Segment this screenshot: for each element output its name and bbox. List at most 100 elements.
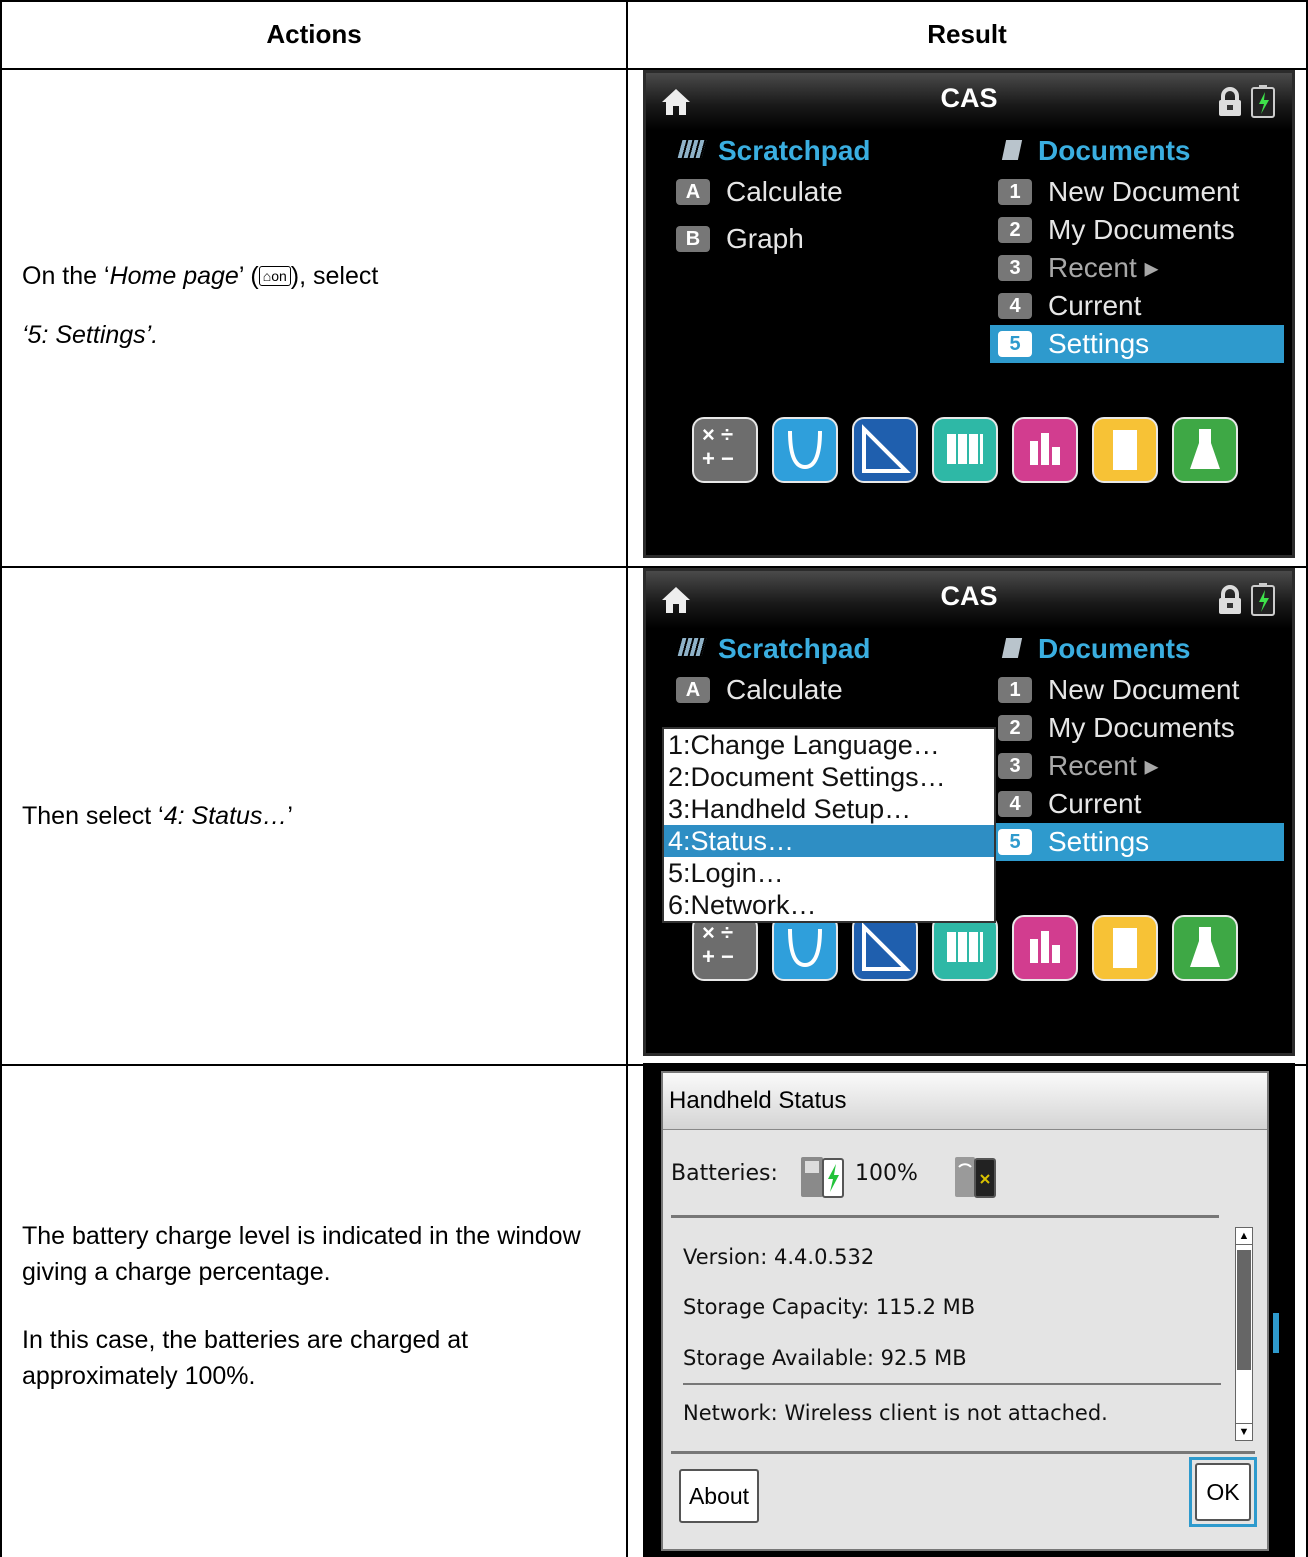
row1-action-suffix: ’ (	[238, 262, 259, 290]
battery-icon	[1251, 583, 1275, 616]
documents-item-recent[interactable]: 3 Recent ▸	[998, 249, 1159, 287]
documents-item-new-document[interactable]: 1 New Document	[998, 671, 1239, 709]
batteries-label: Batteries:	[671, 1161, 778, 1186]
network-row: Network: Wireless client is not attached…	[683, 1401, 1108, 1425]
geometry-app-icon[interactable]	[852, 915, 918, 981]
settings-popup-menu: 1:Change Language… 2:Document Settings… …	[662, 727, 996, 923]
menu-item-label: Current	[1048, 290, 1142, 321]
documents-item-settings[interactable]: 5 Settings	[990, 823, 1284, 861]
key-badge: 2	[998, 715, 1032, 741]
dialog-divider-1	[671, 1215, 1219, 1218]
scroll-down-arrow-icon[interactable]: ▼	[1236, 1423, 1252, 1440]
settings-menu-item-status[interactable]: 4:Status…	[664, 825, 994, 857]
graphs-app-icon[interactable]	[772, 417, 838, 483]
key-badge: 2	[998, 217, 1032, 243]
documents-item-new-document[interactable]: 1 New Document	[998, 173, 1239, 211]
row1-action-settings: ‘5: Settings’.	[22, 321, 159, 349]
settings-menu-item-login[interactable]: 5:Login…	[664, 857, 994, 889]
vernier-dataquest-app-icon[interactable]	[1172, 417, 1238, 483]
result-column-header: Result	[927, 18, 1007, 49]
about-button[interactable]: About	[679, 1469, 759, 1523]
app-icon-row: × ÷ + −	[692, 915, 1238, 981]
home-top-bar: CAS	[646, 73, 1292, 131]
handheld-battery-icon	[801, 1157, 844, 1198]
handheld-status-dialog: Handheld Status Batteries: 100% Version:…	[661, 1071, 1269, 1551]
menu-item-label: Calculate	[726, 674, 843, 705]
table-column-divider	[626, 0, 628, 1557]
key-badge: 5	[998, 829, 1032, 855]
dialog-title: Handheld Status	[663, 1073, 1267, 1130]
menu-item-label: Calculate	[726, 176, 843, 207]
battery-icon	[1251, 85, 1275, 118]
row1-action-end: ), select	[290, 262, 379, 290]
key-badge: 4	[998, 293, 1032, 319]
storage-available-value: 92.5 MB	[880, 1346, 967, 1370]
scrollbar-thumb[interactable]	[1237, 1250, 1251, 1370]
menu-item-label: New Document	[1048, 176, 1240, 207]
batteries-value: 100%	[855, 1161, 918, 1186]
scratchpad-item-graph[interactable]: B Graph	[676, 220, 804, 258]
scratchpad-item-calculate[interactable]: A Calculate	[676, 671, 843, 709]
ok-button[interactable]: OK	[1195, 1463, 1251, 1521]
menu-item-label: My Documents	[1048, 712, 1235, 743]
key-badge: A	[676, 677, 710, 703]
documents-item-current[interactable]: 4 Current	[998, 287, 1141, 325]
status-screen: Handheld Status Batteries: 100% Version:…	[643, 1063, 1295, 1557]
dialog-divider-2	[683, 1383, 1221, 1385]
settings-menu-item-handheld-setup[interactable]: 3:Handheld Setup…	[664, 793, 994, 825]
table-border-left	[0, 0, 2, 1557]
graphs-app-icon[interactable]	[772, 915, 838, 981]
settings-menu-item-change-language[interactable]: 1:Change Language…	[664, 729, 994, 761]
documents-item-current[interactable]: 4 Current	[998, 785, 1141, 823]
dialog-scrollbar[interactable]: ▲ ▼	[1235, 1227, 1253, 1441]
dialog-divider-3	[671, 1451, 1255, 1454]
row2-action-suffix: ’	[287, 802, 293, 830]
batteries-row: Batteries:	[671, 1161, 778, 1186]
data-statistics-app-icon[interactable]	[1012, 417, 1078, 483]
scratchpad-icon	[677, 638, 707, 656]
scratchpad-heading: Scratchpad	[677, 135, 871, 167]
scroll-up-arrow-icon[interactable]: ▲	[1236, 1228, 1252, 1245]
lock-icon	[1219, 87, 1241, 116]
storage-capacity-row: Storage Capacity: 115.2 MB	[683, 1295, 975, 1319]
home-on-key-label: on	[271, 268, 287, 284]
menu-item-label: Settings	[1048, 328, 1150, 359]
calculator-app-icon[interactable]: × ÷ + −	[692, 417, 758, 483]
documents-heading-label: Documents	[1038, 135, 1191, 166]
row2-action-status: 4: Status…	[163, 802, 288, 830]
menu-item-label: Recent ▸	[1048, 750, 1159, 781]
scratchpad-item-calculate[interactable]: A Calculate	[676, 173, 843, 211]
version-value: 4.4.0.532	[774, 1245, 875, 1269]
geometry-app-icon[interactable]	[852, 417, 918, 483]
calculator-app-icon[interactable]: × ÷ + −	[692, 915, 758, 981]
menu-item-label: New Document	[1048, 674, 1240, 705]
lists-spreadsheet-app-icon[interactable]	[932, 915, 998, 981]
vernier-dataquest-app-icon[interactable]	[1172, 915, 1238, 981]
key-badge: 5	[998, 331, 1032, 357]
menu-item-label: My Documents	[1048, 214, 1235, 245]
documents-item-my-documents[interactable]: 2 My Documents	[998, 211, 1235, 249]
settings-menu-item-network[interactable]: 6:Network…	[664, 889, 994, 921]
scratchpad-heading: Scratchpad	[677, 633, 871, 665]
menu-item-label: Graph	[726, 223, 804, 254]
documents-heading: Documents	[1001, 135, 1191, 167]
row1-action-prefix: On the ‘	[22, 262, 110, 290]
row3-action-paragraph-1: The battery charge level is indicated in…	[22, 1222, 581, 1286]
scratchpad-heading-label: Scratchpad	[718, 135, 871, 166]
lock-icon	[1219, 585, 1241, 614]
documents-heading-label: Documents	[1038, 633, 1191, 664]
documents-heading: Documents	[1001, 633, 1191, 665]
documents-item-recent[interactable]: 3 Recent ▸	[998, 747, 1159, 785]
documents-item-settings[interactable]: 5 Settings	[990, 325, 1284, 363]
settings-menu-item-document-settings[interactable]: 2:Document Settings…	[664, 761, 994, 793]
lists-spreadsheet-app-icon[interactable]	[932, 417, 998, 483]
notes-app-icon[interactable]	[1092, 915, 1158, 981]
key-badge: 1	[998, 179, 1032, 205]
documents-item-my-documents[interactable]: 2 My Documents	[998, 709, 1235, 747]
notes-app-icon[interactable]	[1092, 417, 1158, 483]
home-top-bar: CAS	[646, 571, 1292, 629]
data-statistics-app-icon[interactable]	[1012, 915, 1078, 981]
home-on-key-icon: ⌂on	[258, 266, 291, 286]
row3-action-text: The battery charge level is indicated in…	[22, 1218, 602, 1394]
key-badge: 3	[998, 255, 1032, 281]
